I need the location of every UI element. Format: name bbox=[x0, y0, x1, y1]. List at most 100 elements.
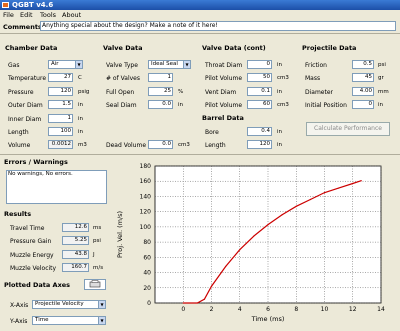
velocity-data-point bbox=[323, 192, 326, 194]
title-bar: QGBT v4.6 bbox=[0, 0, 400, 10]
friction-unit: psi bbox=[378, 62, 386, 68]
chamber-gas-label: Gas bbox=[8, 62, 20, 69]
chamber-label-inner-diam: Inner Diam bbox=[8, 116, 42, 123]
chevron-down-icon: ▼ bbox=[98, 301, 105, 308]
chamber-label-outer-diam: Outer Diam bbox=[8, 102, 43, 109]
chamber-length-unit: in bbox=[78, 129, 84, 135]
chevron-down-icon: ▼ bbox=[75, 61, 82, 68]
menu-edit[interactable]: Edit bbox=[20, 11, 33, 19]
x-axis-select[interactable]: Projectile Velocity ▼ bbox=[32, 300, 106, 309]
y-tick-label: 120 bbox=[140, 209, 152, 216]
velocity-data-point bbox=[210, 285, 213, 287]
x-tick-label: 10 bbox=[321, 306, 329, 313]
barrel-label-length: Length bbox=[205, 142, 226, 149]
seal-diam-field[interactable]: 0.0 bbox=[148, 100, 173, 109]
diameter-unit: mm bbox=[378, 89, 389, 95]
y-axis-title: Proj. Vel. (m/s) bbox=[116, 211, 124, 258]
comments-field[interactable]: Anything special about the design? Make … bbox=[40, 21, 396, 31]
velocity-data-point bbox=[360, 180, 362, 182]
menu-about[interactable]: About bbox=[62, 11, 81, 19]
diameter-field[interactable]: 4.00 bbox=[352, 87, 374, 96]
barrel-title: Barrel Data bbox=[202, 114, 244, 122]
pressure-gain-value: 5.25 bbox=[62, 236, 89, 245]
pressure-field[interactable]: 120 bbox=[48, 87, 73, 96]
pressure-gain-unit: psi bbox=[93, 238, 101, 244]
temperature-unit: C bbox=[78, 75, 82, 81]
x-tick-label: 2 bbox=[210, 306, 214, 313]
y-tick-label: 60 bbox=[143, 254, 151, 261]
chamber-label-temperature: Temperature bbox=[8, 75, 47, 82]
chamber-length-field[interactable]: 100 bbox=[48, 127, 73, 136]
throat-diam-field[interactable]: 0 bbox=[247, 60, 272, 69]
muzzle-energy-unit: J bbox=[93, 252, 95, 258]
valve-label-seal-diam: Seal Diam bbox=[106, 102, 137, 109]
muzzle-velocity-unit: m/s bbox=[93, 265, 104, 271]
valve-label-dead-volume: Dead Volume bbox=[106, 142, 147, 149]
divider bbox=[0, 154, 400, 155]
print-button[interactable] bbox=[84, 279, 106, 290]
menu-tools[interactable]: Tools bbox=[40, 11, 56, 19]
y-axis-label: Y-Axis bbox=[10, 318, 28, 325]
full-open-field[interactable]: 25 bbox=[148, 87, 173, 96]
valve-count-field[interactable]: 1 bbox=[148, 73, 173, 82]
outer-diam-field[interactable]: 1.5 bbox=[48, 100, 73, 109]
y-tick-label: 160 bbox=[140, 178, 152, 185]
calculate-performance-button[interactable]: Calculate Performance bbox=[306, 122, 390, 136]
y-tick-label: 140 bbox=[140, 193, 152, 200]
chamber-label-pressure: Pressure bbox=[8, 89, 34, 96]
pilot-volume-2-field[interactable]: 60 bbox=[247, 100, 272, 109]
valve-cont-label-pilot-1: Pilot Volume bbox=[205, 75, 243, 82]
x-axis-title: Time (ms) bbox=[251, 315, 285, 323]
x-tick-label: 4 bbox=[238, 306, 242, 313]
valve-cont-label-pilot-2: Pilot Volume bbox=[205, 102, 243, 109]
friction-field[interactable]: 0.5 bbox=[352, 60, 374, 69]
y-axis-select[interactable]: Time ▼ bbox=[32, 316, 106, 325]
bore-field[interactable]: 0.4 bbox=[247, 127, 272, 136]
outer-diam-unit: in bbox=[78, 102, 84, 108]
x-axis-value: Projectile Velocity bbox=[35, 301, 84, 307]
bore-unit: in bbox=[277, 129, 283, 135]
travel-time-value: 12.6 bbox=[62, 223, 89, 232]
chamber-label-volume: Volume bbox=[8, 142, 31, 149]
valve-label-full-open: Full Open bbox=[106, 89, 135, 96]
results-label-travel-time: Travel Time bbox=[10, 225, 45, 232]
projectile-label-initial-position: Initial Position bbox=[305, 102, 347, 109]
vent-diam-field[interactable]: 0.1 bbox=[247, 87, 272, 96]
app-icon bbox=[2, 2, 9, 8]
initial-position-unit: in bbox=[378, 102, 384, 108]
menu-file[interactable]: File bbox=[3, 11, 14, 19]
pressure-unit: psig bbox=[78, 89, 90, 95]
gas-select[interactable]: Air ▼ bbox=[48, 60, 83, 69]
valve-cont-title: Valve Data (cont) bbox=[202, 44, 266, 52]
mass-field[interactable]: 45 bbox=[352, 73, 374, 82]
pilot-volume-field[interactable]: 50 bbox=[247, 73, 272, 82]
y-tick-label: 40 bbox=[143, 270, 151, 277]
initial-position-field[interactable]: 0 bbox=[352, 100, 374, 109]
chamber-label-length: Length bbox=[8, 129, 29, 136]
projectile-label-diameter: Diameter bbox=[305, 89, 334, 96]
temperature-field[interactable]: 27 bbox=[48, 73, 73, 82]
velocity-data-point bbox=[225, 265, 227, 268]
pilot-volume-2-unit: cm3 bbox=[277, 102, 289, 108]
velocity-data-point bbox=[196, 302, 198, 304]
velocity-data-point bbox=[309, 198, 311, 201]
dead-volume-field[interactable]: 0.0 bbox=[148, 140, 173, 149]
muzzle-velocity-value: 160.7 bbox=[62, 263, 89, 272]
valve-label-type: Valve Type bbox=[106, 62, 138, 69]
inner-diam-unit: in bbox=[78, 116, 84, 122]
errors-textbox[interactable]: No warnings, No errors. bbox=[6, 170, 107, 204]
barrel-length-field[interactable]: 120 bbox=[247, 140, 272, 149]
velocity-data-point bbox=[203, 298, 206, 300]
inner-diam-field[interactable]: 1 bbox=[48, 114, 73, 123]
y-tick-label: 180 bbox=[140, 163, 152, 170]
results-title: Results bbox=[4, 210, 32, 218]
velocity-data-point bbox=[352, 182, 354, 185]
plot-axes-title: Plotted Data Axes bbox=[4, 281, 71, 289]
valve-title: Valve Data bbox=[103, 44, 143, 52]
full-open-unit: % bbox=[178, 89, 184, 95]
valve-type-select[interactable]: Ideal Seal ▼ bbox=[148, 60, 191, 69]
velocity-data-point bbox=[338, 187, 340, 189]
y-tick-label: 80 bbox=[143, 239, 151, 246]
valve-cont-label-throat: Throat Diam bbox=[205, 62, 243, 69]
dead-volume-unit: cm3 bbox=[178, 142, 190, 148]
